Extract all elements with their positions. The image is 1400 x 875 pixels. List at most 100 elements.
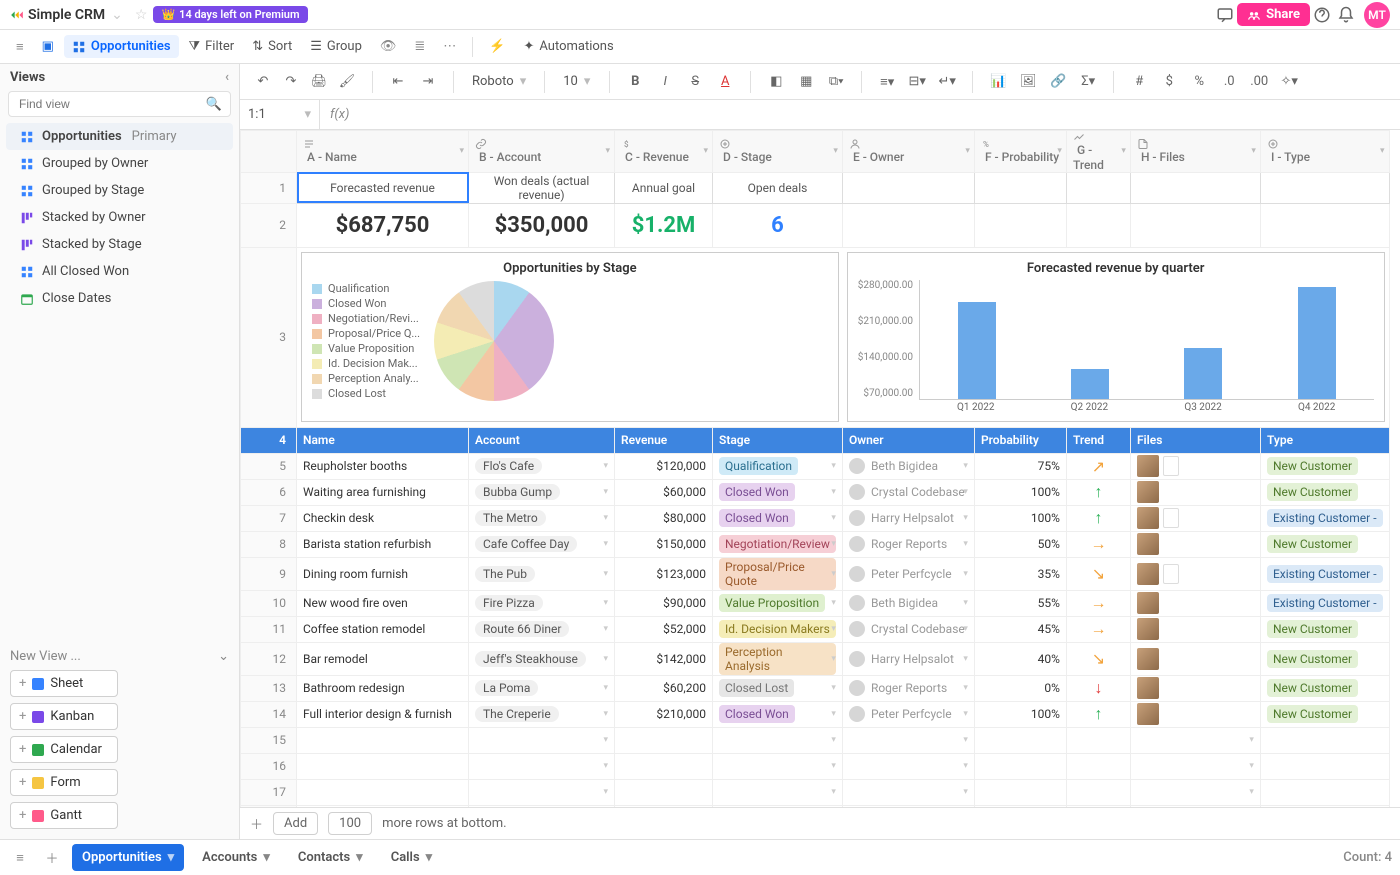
kpi-value[interactable]: 6	[713, 203, 843, 247]
probability-cell[interactable]: 100%	[974, 505, 1066, 531]
trend-cell[interactable]: ↑	[1066, 701, 1130, 727]
trend-cell[interactable]: ↘	[1066, 557, 1130, 590]
revenue-cell[interactable]: $123,000	[615, 557, 713, 590]
empty-cell[interactable]	[615, 727, 713, 753]
name-cell[interactable]: Full interior design & furnish	[297, 701, 469, 727]
data-header-cell[interactable]: Trend	[1066, 427, 1130, 453]
files-cell[interactable]	[1130, 642, 1260, 675]
revenue-cell[interactable]: $210,000	[615, 701, 713, 727]
type-cell[interactable]: New Customer	[1260, 675, 1389, 701]
comments-icon[interactable]	[1213, 3, 1237, 27]
stage-cell[interactable]: Closed Won	[713, 701, 843, 727]
type-cell[interactable]: Existing Customer -	[1260, 557, 1389, 590]
empty-cell[interactable]	[615, 805, 713, 807]
kpi-value[interactable]: $687,750	[297, 203, 469, 247]
revenue-cell[interactable]: $60,000	[615, 479, 713, 505]
revenue-cell[interactable]: $52,000	[615, 616, 713, 642]
data-header-cell[interactable]: Revenue	[615, 427, 713, 453]
empty-cell[interactable]	[1066, 753, 1130, 779]
empty-cell[interactable]	[713, 753, 843, 779]
row-number[interactable]: 7	[241, 505, 297, 531]
name-cell[interactable]: Bar remodel	[297, 642, 469, 675]
collapse-icon[interactable]: ‹	[225, 70, 229, 85]
files-cell[interactable]	[1130, 675, 1260, 701]
empty-cell[interactable]	[1130, 805, 1260, 807]
premium-badge[interactable]: 👑 14 days left on Premium	[153, 6, 307, 23]
revenue-cell[interactable]: $80,000	[615, 505, 713, 531]
view-item[interactable]: OpportunitiesPrimary	[6, 123, 233, 150]
empty-cell[interactable]	[713, 779, 843, 805]
files-cell[interactable]	[1130, 557, 1260, 590]
probability-cell[interactable]: 50%	[974, 531, 1066, 557]
view-item[interactable]: Grouped by Stage	[6, 177, 233, 204]
probability-cell[interactable]: 35%	[974, 557, 1066, 590]
owner-cell[interactable]: Roger Reports	[842, 531, 974, 557]
files-cell[interactable]	[1130, 701, 1260, 727]
column-header[interactable]: %F - Probability▾	[974, 131, 1066, 173]
stage-cell[interactable]: Closed Won	[713, 479, 843, 505]
undo-icon[interactable]: ↶	[250, 69, 276, 95]
trend-cell[interactable]: ↗	[1066, 453, 1130, 479]
grid[interactable]: A - Name▾B - Account▾$C - Revenue▾D - St…	[240, 130, 1400, 807]
revenue-cell[interactable]: $90,000	[615, 590, 713, 616]
kpi-value[interactable]: $350,000	[469, 203, 615, 247]
name-cell[interactable]: Waiting area furnishing	[297, 479, 469, 505]
image-icon[interactable]: 🖼	[1015, 69, 1041, 95]
row-number[interactable]: 3	[241, 247, 297, 427]
probability-cell[interactable]: 100%	[974, 701, 1066, 727]
account-cell[interactable]: The Metro	[469, 505, 615, 531]
panel-icon[interactable]: ▣	[34, 35, 62, 58]
trend-cell[interactable]: ↑	[1066, 479, 1130, 505]
kpi-value[interactable]: $1.2M	[615, 203, 713, 247]
files-cell[interactable]	[1130, 453, 1260, 479]
help-icon[interactable]	[1310, 3, 1334, 27]
name-cell[interactable]: Bathroom redesign	[297, 675, 469, 701]
chevron-down-icon[interactable]: ⌄	[111, 7, 123, 23]
stage-cell[interactable]: Id. Decision Makers	[713, 616, 843, 642]
star-icon[interactable]: ☆	[135, 7, 148, 23]
owner-cell[interactable]: Crystal Codebase	[842, 616, 974, 642]
empty-cell[interactable]	[1066, 779, 1130, 805]
menu-icon[interactable]: ≡	[8, 35, 32, 59]
data-header-cell[interactable]: Type	[1260, 427, 1389, 453]
percent-icon[interactable]: %	[1186, 69, 1212, 95]
kpi-label[interactable]: Won deals (actual revenue)	[469, 172, 615, 203]
probability-cell[interactable]: 40%	[974, 642, 1066, 675]
owner-cell[interactable]: Roger Reports	[842, 675, 974, 701]
account-cell[interactable]: La Poma	[469, 675, 615, 701]
column-header[interactable]: G - Trend▾	[1066, 131, 1130, 173]
owner-cell[interactable]: Beth Bigidea	[842, 590, 974, 616]
sheet-tab[interactable]: Opportunities ▾	[72, 844, 184, 871]
empty-cell[interactable]	[974, 805, 1066, 807]
empty-cell[interactable]	[615, 753, 713, 779]
type-cell[interactable]: New Customer	[1260, 616, 1389, 642]
revenue-cell[interactable]: $142,000	[615, 642, 713, 675]
row-number[interactable]: 13	[241, 675, 297, 701]
empty-cell[interactable]	[842, 727, 974, 753]
account-cell[interactable]: The Pub	[469, 557, 615, 590]
column-header[interactable]: $C - Revenue▾	[615, 131, 713, 173]
type-cell[interactable]: New Customer	[1260, 531, 1389, 557]
owner-cell[interactable]: Beth Bigidea	[842, 453, 974, 479]
row-number[interactable]: 9	[241, 557, 297, 590]
name-cell[interactable]: Checkin desk	[297, 505, 469, 531]
column-header[interactable]: D - Stage▾	[713, 131, 843, 173]
data-header-cell[interactable]: Files	[1130, 427, 1260, 453]
sheet-tab[interactable]: Accounts ▾	[192, 844, 280, 871]
italic-icon[interactable]: I	[652, 69, 678, 95]
empty-cell[interactable]	[1260, 805, 1389, 807]
revenue-cell[interactable]: $60,200	[615, 675, 713, 701]
print-icon[interactable]: 🖨	[306, 69, 332, 95]
text-color-icon[interactable]: A	[712, 69, 738, 95]
empty-cell[interactable]	[1260, 753, 1389, 779]
add-rows-button[interactable]: Add	[273, 812, 318, 835]
empty-cell[interactable]	[297, 753, 469, 779]
row-number[interactable]: 10	[241, 590, 297, 616]
view-item[interactable]: Grouped by Owner	[6, 150, 233, 177]
row-number[interactable]: 4	[241, 427, 297, 453]
account-cell[interactable]: The Creperie	[469, 701, 615, 727]
files-cell[interactable]	[1130, 590, 1260, 616]
format-more-icon[interactable]: ✧▾	[1276, 69, 1302, 95]
probability-cell[interactable]: 0%	[974, 675, 1066, 701]
view-item[interactable]: Close Dates	[6, 285, 233, 312]
